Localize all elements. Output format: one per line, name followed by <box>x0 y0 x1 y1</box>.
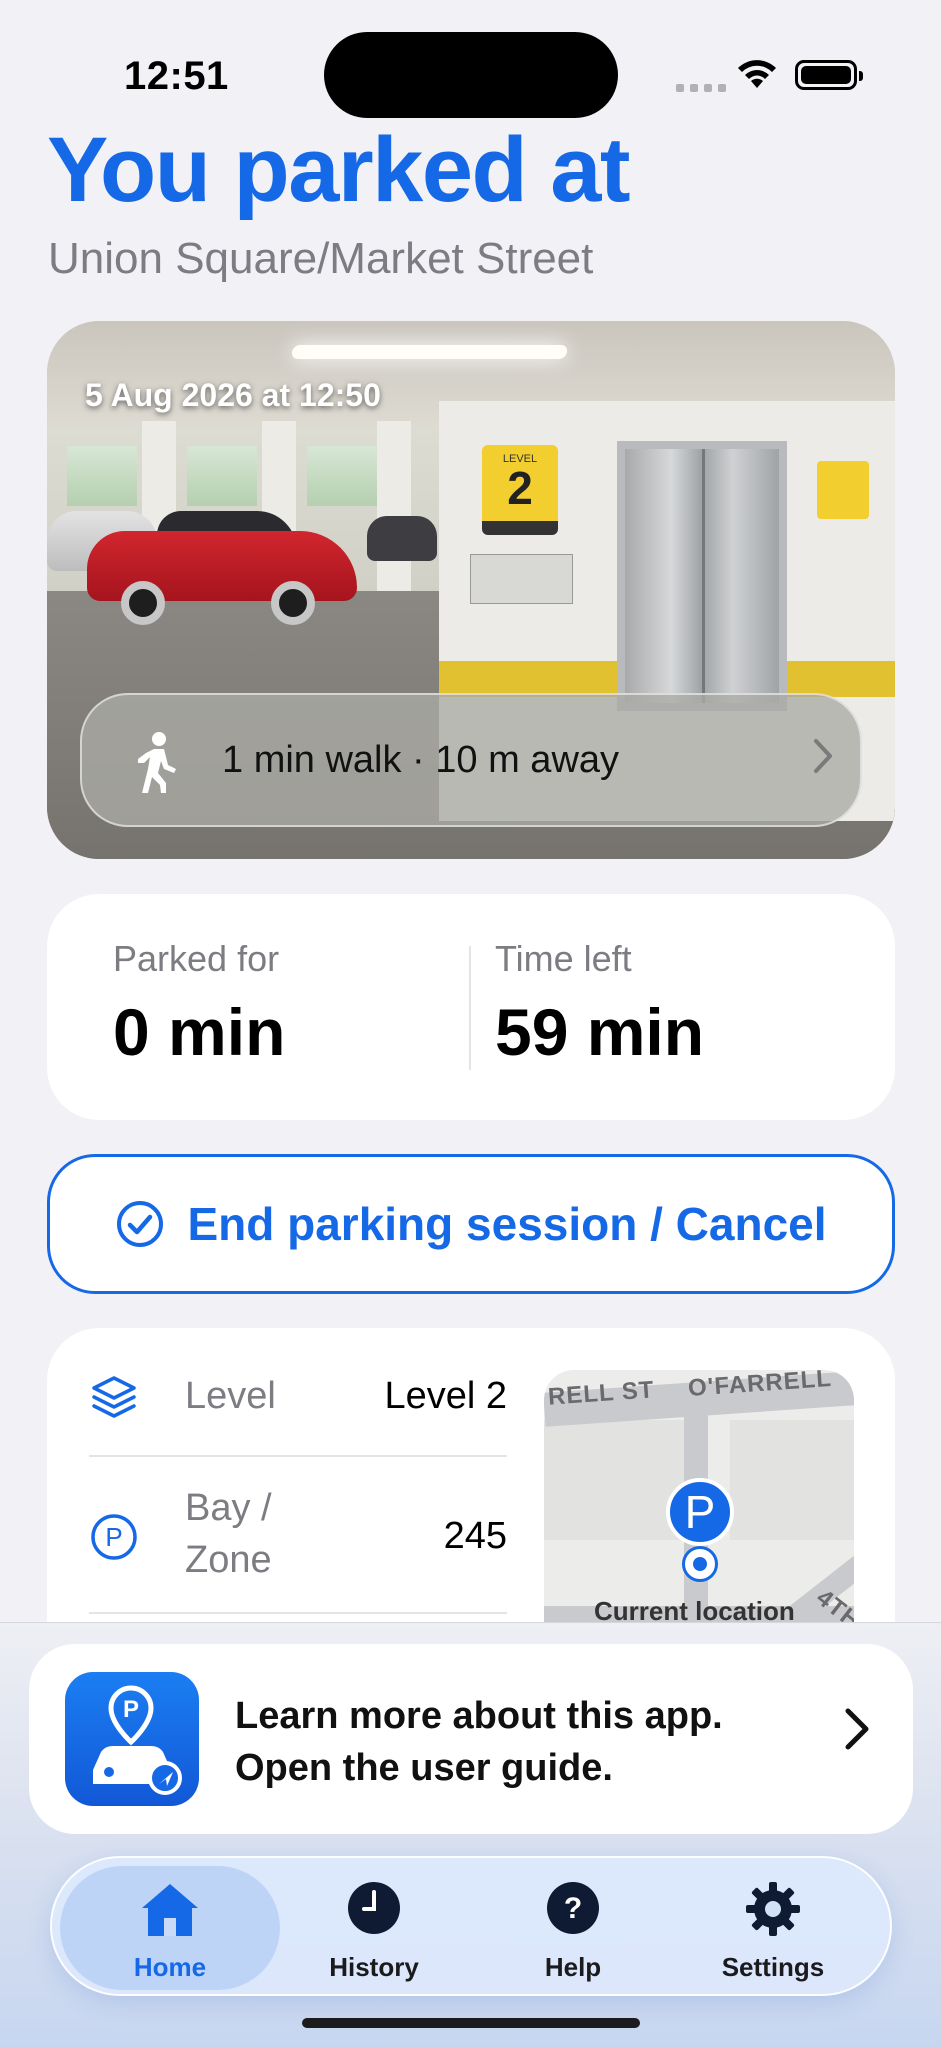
status-time: 12:51 <box>124 54 229 98</box>
end-parking-session-button[interactable]: End parking session / Cancel <box>47 1154 895 1294</box>
parked-for-value: 0 min <box>113 995 286 1069</box>
walking-person-icon <box>138 732 176 793</box>
tab-bar: Home History ? Help Settings <box>50 1856 892 1996</box>
walk-directions-button[interactable]: 1 min walk · 10 m away <box>80 693 862 827</box>
svg-text:?: ? <box>564 1892 582 1925</box>
chevron-right-icon <box>814 739 832 773</box>
status-bar: 12:51 <box>0 0 941 120</box>
house-icon <box>142 1884 198 1936</box>
cctv-sign <box>817 461 869 519</box>
parked-for-stat: Parked for 0 min <box>113 938 286 1069</box>
question-icon: ? <box>547 1882 599 1934</box>
cellular-signal-icon <box>676 84 726 92</box>
level-row: Level Level 2 <box>89 1370 507 1422</box>
photo-timestamp: 5 Aug 2026 at 12:50 <box>85 377 381 413</box>
elevator <box>617 441 787 711</box>
wifi-icon <box>738 60 776 88</box>
parking-details-card: Level Level 2 P Bay / Zone 245 RELL ST O… <box>47 1328 895 1628</box>
tab-settings[interactable]: Settings <box>663 1866 883 1990</box>
page-title: You parked at <box>47 119 631 221</box>
current-location-dot <box>682 1546 718 1582</box>
chevron-right-icon <box>845 1708 869 1750</box>
parking-stats-card: Parked for 0 min Time left 59 min <box>47 894 895 1120</box>
map-thumbnail[interactable]: RELL ST O'FARRELL 4TH P Current location <box>544 1370 854 1628</box>
walk-distance-text: 1 min walk · 10 m away <box>222 739 620 781</box>
clock-icon <box>348 1882 400 1934</box>
app-icon: P <box>65 1672 199 1806</box>
home-indicator[interactable] <box>302 2018 640 2028</box>
svg-text:P: P <box>123 1696 139 1723</box>
layers-icon <box>92 1376 136 1418</box>
checkmark-circle-icon <box>117 1201 164 1247</box>
user-guide-banner[interactable]: P Learn more about this app. Open the us… <box>29 1644 913 1834</box>
bay-value: 245 <box>443 1515 507 1557</box>
parking-photo[interactable]: LEVEL 2 5 Aug 2026 at 12:50 1 min walk ·… <box>47 321 895 859</box>
divider <box>469 946 471 1070</box>
dynamic-island <box>324 32 618 118</box>
level-sign: LEVEL 2 <box>482 445 558 535</box>
time-left-value: 59 min <box>495 995 705 1069</box>
svg-text:P: P <box>105 1522 122 1552</box>
time-left-stat: Time left 59 min <box>495 938 705 1069</box>
battery-icon <box>795 60 863 90</box>
direction-sign <box>470 554 573 604</box>
level-value: Level 2 <box>384 1375 507 1417</box>
bay-zone-row: P Bay / Zone 245 <box>89 1482 507 1592</box>
tab-history[interactable]: History <box>264 1866 484 1990</box>
red-car <box>87 511 357 625</box>
parking-circle-icon: P <box>91 1514 137 1560</box>
parking-pin-icon: P <box>666 1478 734 1546</box>
user-guide-text: Learn more about this app. Open the user… <box>235 1695 723 1789</box>
parking-location: Union Square/Market Street <box>48 234 594 283</box>
tab-home[interactable]: Home <box>60 1866 280 1990</box>
tab-help[interactable]: ? Help <box>463 1866 683 1990</box>
gear-icon <box>746 1882 800 1936</box>
